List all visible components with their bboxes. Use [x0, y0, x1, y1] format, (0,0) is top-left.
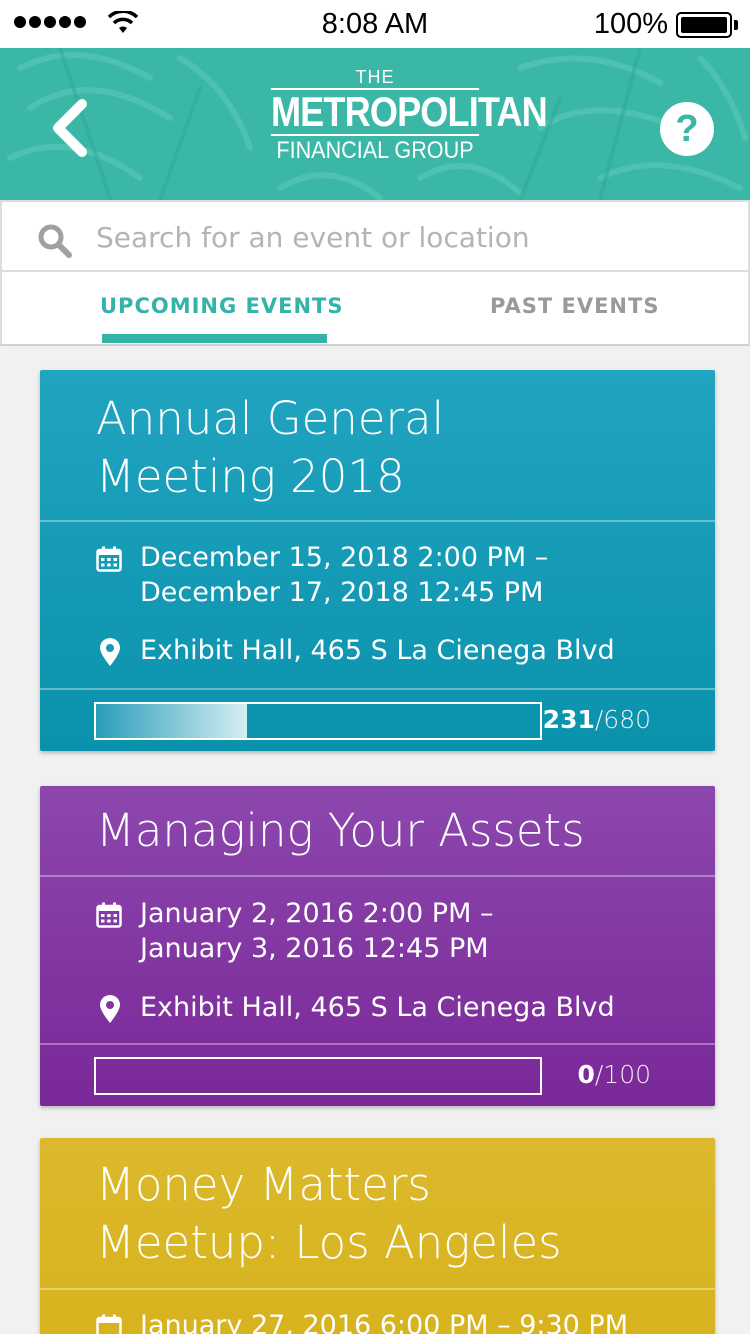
location-pin-icon — [100, 638, 120, 666]
event-location-text: Exhibit Hall, 465 S La Cienega Blvd — [140, 635, 615, 666]
event-title-line: Meeting 2018 — [96, 450, 405, 503]
event-date: January 2, 2016 2:00 PM – January 3, 201… — [40, 896, 715, 966]
back-arrow-icon[interactable] — [44, 96, 100, 160]
search-bar — [0, 200, 750, 272]
attendance-progress-fill — [96, 704, 247, 738]
event-date-start: January 2, 2016 2:00 PM – — [140, 898, 494, 929]
app-header: THE METROPOLITAN FINANCIAL GROUP ? — [0, 48, 750, 200]
help-icon[interactable]: ? — [660, 102, 714, 156]
attendance-progress-bar — [94, 702, 542, 740]
event-title-line: Money Matters — [96, 1158, 431, 1211]
event-title: Managing Your Assets — [40, 786, 715, 875]
registered-count: 231 — [542, 705, 595, 734]
event-card[interactable]: Money Matters Meetup: Los Angeles Januar… — [40, 1138, 715, 1334]
divider — [40, 1288, 715, 1290]
event-tabs: UPCOMING EVENTS PAST EVENTS — [0, 272, 750, 346]
event-location: Exhibit Hall, 465 S La Cienega Blvd — [40, 633, 715, 688]
capacity-count: /680 — [594, 705, 651, 734]
logo-the: THE — [355, 67, 395, 87]
registered-count: 0 — [577, 1060, 595, 1089]
event-date: January 27, 2016 6:00 PM – 9:30 PM — [40, 1308, 715, 1334]
attendance-row: 0/100 — [40, 1045, 715, 1105]
event-title-line: Managing Your Assets — [96, 804, 585, 857]
event-date-end: December 17, 2018 12:45 PM — [140, 577, 544, 608]
event-card[interactable]: Annual General Meeting 2018 December 15,… — [40, 370, 715, 751]
event-title-line: Annual General — [96, 392, 445, 445]
tab-past-events[interactable]: PAST EVENTS — [490, 294, 659, 318]
attendance-count: 231/680 — [543, 705, 651, 734]
active-tab-indicator — [102, 334, 327, 343]
event-location: Exhibit Hall, 465 S La Cienega Blvd — [40, 990, 715, 1043]
search-input[interactable] — [96, 212, 716, 262]
company-logo: THE METROPOLITAN FINANCIAL GROUP — [250, 66, 548, 166]
tab-upcoming-events[interactable]: UPCOMING EVENTS — [100, 294, 344, 318]
calendar-icon — [96, 1314, 122, 1334]
capacity-count: /100 — [594, 1060, 651, 1089]
attendance-count: 0/100 — [577, 1060, 651, 1089]
battery-icon — [676, 12, 738, 38]
event-date-end: January 3, 2016 12:45 PM — [140, 933, 489, 964]
search-icon — [38, 224, 72, 258]
event-title: Annual General Meeting 2018 — [40, 370, 715, 520]
help-glyph: ? — [675, 107, 699, 150]
event-title-line: Meetup: Los Angeles — [96, 1216, 562, 1269]
calendar-icon — [96, 902, 122, 928]
event-date: December 15, 2018 2:00 PM – December 17,… — [40, 540, 715, 610]
divider — [40, 520, 715, 522]
event-title: Money Matters Meetup: Los Angeles — [40, 1138, 715, 1288]
calendar-icon — [96, 546, 122, 572]
event-location-text: Exhibit Hall, 465 S La Cienega Blvd — [140, 992, 615, 1023]
divider — [40, 875, 715, 877]
logo-main: METROPOLITAN — [270, 88, 548, 136]
battery-percentage: 100% — [593, 8, 668, 40]
attendance-progress-bar — [94, 1057, 542, 1095]
logo-sub: FINANCIAL GROUP — [276, 137, 474, 164]
event-card[interactable]: Managing Your Assets January 2, 2016 2:0… — [40, 786, 715, 1106]
event-date-start: December 15, 2018 2:00 PM – — [140, 542, 549, 573]
event-date-start: January 27, 2016 6:00 PM – 9:30 PM — [140, 1310, 629, 1334]
status-bar: 8:08 AM 100% — [0, 0, 750, 48]
attendance-row: 231/680 — [40, 690, 715, 750]
location-pin-icon — [100, 995, 120, 1023]
